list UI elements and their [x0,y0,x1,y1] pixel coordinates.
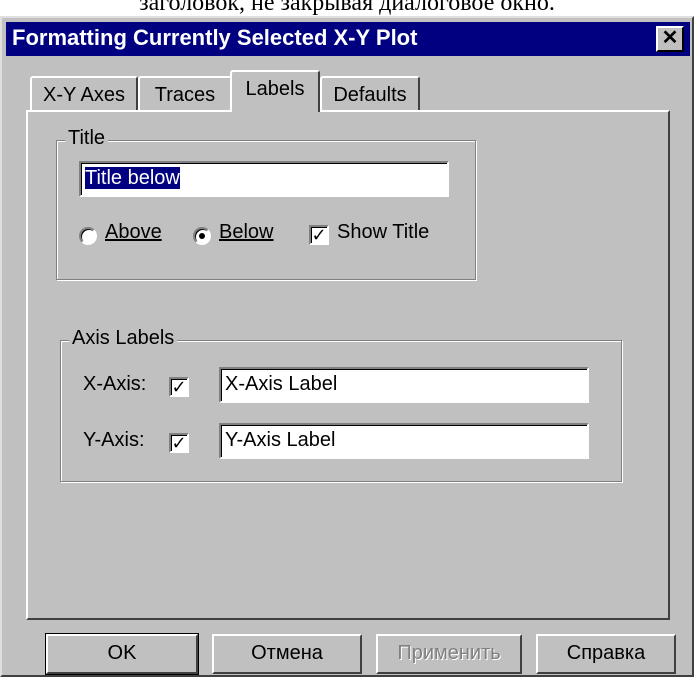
x-axis-checkbox[interactable]: ✓ [169,377,189,397]
checkmark-icon: ✓ [171,433,187,453]
labels-tab-panel: Title Title below Above Below ✓ Show Tit… [26,110,670,620]
x-axis-input[interactable]: X-Axis Label [219,367,589,403]
tab-label: Defaults [333,84,407,106]
checkmark-icon: ✓ [311,225,327,245]
tab-label: X-Y Axes [43,84,125,106]
above-label[interactable]: Above [105,221,162,244]
tab-xy-axes[interactable]: X-Y Axes [30,76,138,112]
title-text-field[interactable]: Title below [79,161,449,197]
y-axis-input[interactable]: Y-Axis Label [219,423,589,459]
above-radio[interactable] [79,227,97,245]
tab-traces[interactable]: Traces [138,76,232,112]
tab-labels[interactable]: Labels [230,70,320,112]
x-axis-input-value: X-Axis Label [225,373,338,395]
help-button[interactable]: Справка [536,634,676,674]
title-bar[interactable]: Formatting Currently Selected X-Y Plot ✕ [6,22,690,56]
close-icon: ✕ [661,27,679,49]
axis-labels-group-label: Axis Labels [69,327,178,350]
title-group-label: Title [65,127,109,150]
window-title: Formatting Currently Selected X-Y Plot [12,25,418,50]
below-radio[interactable] [193,227,211,245]
tab-label: Traces [154,84,216,106]
above-label-text: Above [105,221,162,243]
dialog-window: Formatting Currently Selected X-Y Plot ✕… [0,16,694,677]
y-axis-checkbox[interactable]: ✓ [169,433,189,453]
below-label-text: Below [219,221,274,243]
x-axis-label: X-Axis: [83,373,147,395]
radio-dot-icon [199,233,205,239]
axis-labels-groupbox: Axis Labels X-Axis: ✓ X-Axis Label Y-Axi… [60,327,622,482]
tab-label: Labels [245,78,305,100]
ok-button[interactable]: OK [45,633,199,675]
cancel-button[interactable]: Отмена [212,634,362,674]
page-caption-fragment: заголовок, не закрывая диалоговое окно. [139,0,555,16]
checkmark-icon: ✓ [171,377,187,397]
show-title-label[interactable]: Show Title [337,221,429,244]
y-axis-input-value: Y-Axis Label [225,429,336,451]
close-button[interactable]: ✕ [656,26,684,52]
tab-defaults[interactable]: Defaults [320,76,420,112]
title-groupbox: Title Title below Above Below ✓ Show Tit… [56,127,476,280]
apply-button[interactable]: Применить [376,634,522,674]
y-axis-label: Y-Axis: [83,429,145,451]
below-label[interactable]: Below [219,221,273,244]
title-text-value: Title below [85,167,180,189]
show-title-checkbox[interactable]: ✓ [309,225,329,245]
